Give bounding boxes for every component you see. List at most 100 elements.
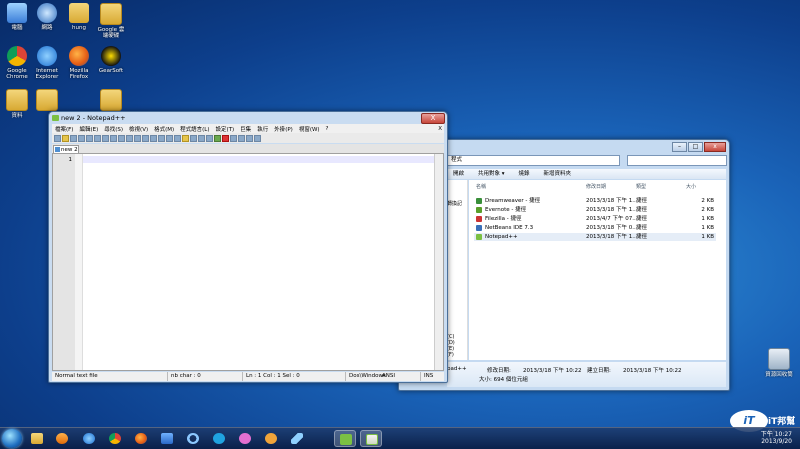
menu-file[interactable]: 檔案(F): [52, 125, 76, 133]
open-button[interactable]: 開啟: [453, 169, 464, 179]
menu-search[interactable]: 尋找(S): [101, 125, 126, 133]
desktop-icon-computer[interactable]: 電腦: [2, 3, 32, 31]
cut-icon[interactable]: [110, 134, 117, 142]
save-all-icon[interactable]: [78, 134, 85, 142]
title-bar[interactable]: new 2 - Notepad++: [49, 112, 447, 124]
indent-guide-icon[interactable]: [206, 134, 213, 142]
menu-settings[interactable]: 設定(T): [213, 125, 238, 133]
save-macro-icon[interactable]: [254, 134, 261, 142]
doc-map-icon[interactable]: [214, 134, 221, 142]
column-date[interactable]: 修改日期: [586, 183, 606, 190]
open-file-icon[interactable]: [62, 134, 69, 142]
stop-macro-icon[interactable]: [230, 134, 237, 142]
close-button[interactable]: x: [704, 142, 726, 152]
file-size: 1 KB: [701, 216, 714, 222]
chrome-icon: [109, 433, 121, 444]
close-all-icon[interactable]: [94, 134, 101, 142]
desktop-icon-firefox[interactable]: Mozilla Firefox: [64, 46, 94, 80]
menu-edit[interactable]: 編輯(E): [76, 125, 101, 133]
find-icon[interactable]: [150, 134, 157, 142]
new-folder-button[interactable]: 新增資料夾: [544, 169, 572, 179]
nav-item[interactable]: 轉換記: [447, 200, 462, 207]
menu-help[interactable]: ?: [323, 126, 332, 132]
save-icon[interactable]: [70, 134, 77, 142]
taskbar-explorer[interactable]: [26, 430, 48, 447]
show-all-chars-icon[interactable]: [198, 134, 205, 142]
search-input[interactable]: [627, 155, 727, 166]
print-icon[interactable]: [102, 134, 109, 142]
redo-icon[interactable]: [142, 134, 149, 142]
share-button[interactable]: 共用對象 ▾: [478, 169, 505, 179]
taskbar-ie[interactable]: [78, 430, 100, 447]
maximize-button[interactable]: □: [688, 142, 703, 152]
column-type[interactable]: 類型: [636, 183, 646, 190]
desktop-icon-gearsoft[interactable]: GearSoft: [96, 46, 126, 74]
menu-language[interactable]: 程式語言(L): [177, 125, 212, 133]
text-editor[interactable]: 1: [52, 153, 444, 371]
close-button[interactable]: X: [421, 113, 445, 124]
sync-scroll-icon[interactable]: [182, 134, 189, 142]
menu-view[interactable]: 檢視(V): [126, 125, 151, 133]
zoom-out-icon[interactable]: [174, 134, 181, 142]
taskbar-pig[interactable]: [234, 430, 256, 447]
play-macro-icon[interactable]: [238, 134, 245, 142]
column-name[interactable]: 名稱: [476, 183, 486, 190]
pig-icon: [239, 433, 251, 444]
zoom-in-icon[interactable]: [166, 134, 173, 142]
desktop-icon-google-drive[interactable]: Google 雲端硬碟: [96, 3, 126, 39]
record-macro-icon[interactable]: [222, 134, 229, 142]
word-wrap-icon[interactable]: [190, 134, 197, 142]
notepadpp-window[interactable]: new 2 - Notepad++ X 檔案(F) 編輯(E) 尋找(S) 檢視…: [48, 111, 448, 383]
file-row[interactable]: Filezilla - 捷徑 2013/4/7 下午 07... 捷徑 1 KB: [474, 215, 716, 223]
file-row[interactable]: Evernote - 捷徑 2013/3/18 下午 1... 捷徑 2 KB: [474, 206, 716, 214]
taskbar-notepadpp[interactable]: [360, 430, 382, 447]
folder-icon: [100, 89, 122, 111]
status-char-count: nb char : 0: [167, 372, 201, 381]
menu-macro[interactable]: 巨集: [237, 125, 254, 133]
file-name: Dreamweaver - 捷徑: [485, 198, 541, 204]
desktop-icon-recycle-bin[interactable]: 資源回收筒: [762, 348, 796, 378]
taskbar-chat[interactable]: [156, 430, 178, 447]
taskbar-android[interactable]: [334, 430, 356, 447]
start-button[interactable]: [2, 429, 22, 448]
taskbar-skype[interactable]: [208, 430, 230, 447]
file-row[interactable]: NetBeans IDE 7.3 2013/3/18 下午 0... 捷徑 1 …: [474, 224, 716, 232]
clock[interactable]: 下午 10:27 2013/9/20: [742, 431, 792, 445]
file-row-selected[interactable]: Notepad++ 2013/3/18 下午 1... 捷徑 1 KB: [474, 233, 716, 241]
taskbar-firefox[interactable]: [130, 430, 152, 447]
desktop-icon-folder-1[interactable]: 資料: [2, 89, 32, 119]
menu-window[interactable]: 視窗(W): [296, 125, 323, 133]
file-row[interactable]: Dreamweaver - 捷徑 2013/3/18 下午 1... 捷徑 2 …: [474, 197, 716, 205]
taskbar-chrome[interactable]: [104, 430, 126, 447]
paste-icon[interactable]: [126, 134, 133, 142]
undo-icon[interactable]: [134, 134, 141, 142]
desktop-icon-label: hung: [72, 25, 86, 31]
menu-plugins[interactable]: 外掛(P): [271, 125, 296, 133]
menu-close-document[interactable]: X: [435, 126, 444, 132]
file-type: 捷徑: [636, 198, 648, 204]
new-file-icon[interactable]: [54, 134, 61, 142]
taskbar-monkey[interactable]: [260, 430, 282, 447]
run-macro-icon[interactable]: [246, 134, 253, 142]
desktop-icon-network[interactable]: 網路: [32, 3, 62, 31]
taskbar-plane[interactable]: [286, 430, 308, 447]
menu-format[interactable]: 格式(M): [151, 125, 177, 133]
menu-run[interactable]: 執行: [254, 125, 271, 133]
replace-icon[interactable]: [158, 134, 165, 142]
desktop-icon-folder-2[interactable]: [32, 89, 62, 113]
address-bar[interactable]: 程式: [447, 155, 620, 166]
copy-icon[interactable]: [118, 134, 125, 142]
desktop-icon-user[interactable]: hung: [64, 3, 94, 31]
taskbar-media-player[interactable]: [51, 430, 73, 447]
vertical-scrollbar[interactable]: [434, 154, 443, 370]
desktop-icon-folder-3[interactable]: [96, 89, 126, 113]
tab-new-2[interactable]: new 2: [53, 145, 79, 153]
nav-item[interactable]: (F): [447, 352, 454, 358]
column-size[interactable]: 大小: [686, 183, 696, 190]
taskbar-refresh[interactable]: [182, 430, 204, 447]
desktop-icon-chrome[interactable]: Google Chrome: [2, 46, 32, 80]
desktop-icon-ie[interactable]: Internet Explorer: [32, 46, 62, 80]
close-file-icon[interactable]: [86, 134, 93, 142]
minimize-button[interactable]: –: [672, 142, 687, 152]
burn-button[interactable]: 燒錄: [519, 169, 530, 179]
